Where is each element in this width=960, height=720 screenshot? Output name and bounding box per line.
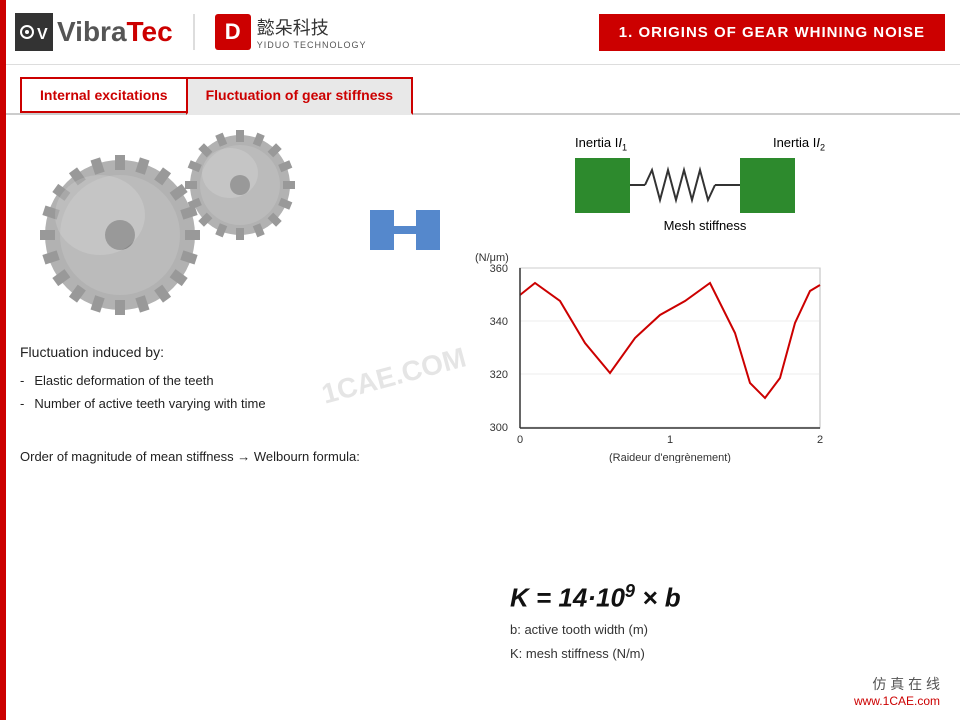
- bullet-item-2: - Number of active teeth varying with ti…: [20, 396, 450, 411]
- formula-math: K = 14·109 × b: [510, 581, 681, 614]
- svg-text:(Raideur d'engrènement): (Raideur d'engrènement): [609, 452, 731, 463]
- logo-area: V VibraTec D 懿朵科技 YIDUO TECHNOLOGY: [15, 13, 367, 51]
- formula-display-area: K = 14·109 × b b: active tooth width (m)…: [510, 581, 681, 665]
- vibra-text: Vibra: [57, 16, 127, 47]
- bottom-chinese: 仿 真 在 线: [854, 674, 940, 694]
- left-border-accent: [0, 0, 6, 720]
- mass-block-2: [740, 158, 795, 213]
- tab-fluctuation-gear-stiffness[interactable]: Fluctuation of gear stiffness: [186, 77, 413, 115]
- spring-svg: [630, 158, 740, 213]
- svg-text:2: 2: [817, 434, 823, 446]
- bottom-watermark: 仿 真 在 线 www.1CAE.com: [854, 674, 940, 708]
- fluctuation-label: Fluctuation induced by:: [20, 340, 450, 365]
- yiduo-d-icon: D: [215, 14, 251, 50]
- mass-block-1: [575, 158, 630, 213]
- svg-text:320: 320: [490, 369, 508, 381]
- inertia2-label: Inertia II2: [773, 135, 825, 153]
- svg-text:360: 360: [490, 263, 508, 275]
- header: V VibraTec D 懿朵科技 YIDUO TECHNOLOGY 1. OR…: [0, 0, 960, 65]
- yiduo-logo: D 懿朵科技 YIDUO TECHNOLOGY: [193, 14, 367, 50]
- vibratec-logo: V VibraTec: [15, 13, 173, 51]
- bullet-item-1: - Elastic deformation of the teeth: [20, 373, 450, 388]
- bullet-text-2: Number of active teeth varying with time: [34, 396, 265, 411]
- tec-text: Tec: [127, 16, 173, 47]
- bidirectional-arrow: [370, 210, 440, 255]
- mesh-stiffness-label: Mesh stiffness: [575, 218, 835, 233]
- svg-text:0: 0: [517, 434, 523, 446]
- gear-illustration: [20, 130, 320, 330]
- bullet-dash-2: -: [20, 396, 24, 411]
- text-content: Fluctuation induced by: - Elastic deform…: [20, 335, 450, 424]
- svg-text:340: 340: [490, 316, 508, 328]
- vibratec-icon: V: [15, 13, 53, 51]
- yiduo-english: YIDUO TECHNOLOGY: [257, 40, 367, 50]
- tab-internal-excitations[interactable]: Internal excitations: [20, 77, 186, 113]
- formula-desc1: b: active tooth width (m): [510, 618, 681, 641]
- bullet-dash-1: -: [20, 373, 24, 388]
- graph-container: (N/μm) 360 340 320 300 0 1 2: [470, 243, 940, 468]
- svg-text:1: 1: [667, 434, 673, 446]
- tab-area: Internal excitations Fluctuation of gear…: [0, 65, 960, 115]
- bottom-url: www.1CAE.com: [854, 694, 940, 708]
- left-panel: Fluctuation induced by: - Elastic deform…: [20, 130, 450, 705]
- bullet-text-1: Elastic deformation of the teeth: [34, 373, 213, 388]
- slide: V VibraTec D 懿朵科技 YIDUO TECHNOLOGY 1. OR…: [0, 0, 960, 720]
- formula-description: b: active tooth width (m) K: mesh stiffn…: [510, 618, 681, 665]
- yiduo-chinese: 懿朵科技: [257, 14, 367, 40]
- svg-text:300: 300: [490, 422, 508, 434]
- formula-section: Order of magnitude of mean stiffness → W…: [20, 449, 450, 464]
- formula-desc2: K: mesh stiffness (N/m): [510, 642, 681, 665]
- svg-text:V: V: [37, 26, 48, 43]
- formula-intro: Order of magnitude of mean stiffness → W…: [20, 449, 450, 464]
- inertia1-label: Inertia II1: [575, 135, 627, 153]
- stiffness-graph: (N/μm) 360 340 320 300 0 1 2: [470, 243, 850, 463]
- main-content: Fluctuation induced by: - Elastic deform…: [0, 115, 960, 720]
- section-title: 1. ORIGINS OF GEAR WHINING NOISE: [599, 14, 945, 51]
